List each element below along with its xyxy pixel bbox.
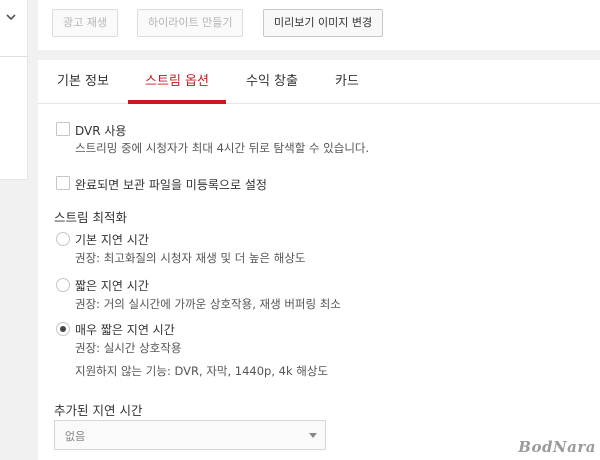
dropdown-caret-icon [309, 433, 317, 438]
unlisted-checkbox[interactable] [56, 176, 70, 190]
toolbar: 광고 재생 하이라이트 만들기 미리보기 이미지 변경 [38, 0, 600, 50]
normal-latency-label: 기본 지연 시간 [75, 233, 149, 247]
divider [0, 56, 28, 57]
added-latency-value: 없음 [65, 430, 86, 443]
tab-stream-options[interactable]: 스트림 옵션 [128, 60, 226, 104]
normal-latency-note: 권장: 최고화질의 시청자 재생 및 더 높은 해상도 [75, 251, 306, 265]
dvr-description: 스트리밍 중에 시청자가 최대 4시간 뒤로 탐색할 수 있습니다. [75, 141, 370, 155]
dvr-label: DVR 사용 [75, 124, 127, 138]
ultra-low-latency-note: 권장: 실시간 상호작용 [75, 341, 182, 355]
tab-monetization[interactable]: 수익 창출 [226, 60, 318, 104]
active-tab-indicator [128, 100, 226, 104]
left-panel [0, 0, 28, 180]
unsupported-features-note: 지원하지 않는 기능: DVR, 자막, 1440p, 4k 해상도 [75, 364, 329, 378]
watermark-logo: BodNara [518, 438, 596, 456]
tab-bar: 기본 정보 스트림 옵션 수익 창출 카드 [38, 60, 600, 104]
chevron-down-icon[interactable] [4, 10, 18, 24]
optimization-heading: 스트림 최적화 [54, 210, 127, 225]
normal-latency-radio[interactable] [56, 232, 70, 246]
unlisted-label: 완료되면 보관 파일을 미등록으로 설정 [75, 178, 267, 192]
tab-basic-info[interactable]: 기본 정보 [38, 60, 128, 104]
tab-cards[interactable]: 카드 [318, 60, 376, 104]
change-thumbnail-button[interactable]: 미리보기 이미지 변경 [263, 9, 384, 37]
play-ad-button[interactable]: 광고 재생 [52, 9, 118, 37]
low-latency-note: 권장: 거의 실시간에 가까운 상호작용, 재생 버퍼링 최소 [75, 297, 341, 311]
low-latency-radio[interactable] [56, 278, 70, 292]
added-latency-select[interactable]: 없음 [54, 420, 326, 450]
low-latency-label: 짧은 지연 시간 [75, 279, 149, 293]
added-latency-heading: 추가된 지연 시간 [54, 403, 143, 418]
ultra-low-latency-radio[interactable] [56, 322, 70, 336]
ultra-low-latency-label: 매우 짧은 지연 시간 [75, 323, 175, 337]
create-highlight-button[interactable]: 하이라이트 만들기 [137, 9, 244, 37]
dvr-checkbox[interactable] [56, 122, 70, 136]
stream-settings-panel: 기본 정보 스트림 옵션 수익 창출 카드 DVR 사용 스트리밍 중에 시청자… [38, 60, 600, 460]
